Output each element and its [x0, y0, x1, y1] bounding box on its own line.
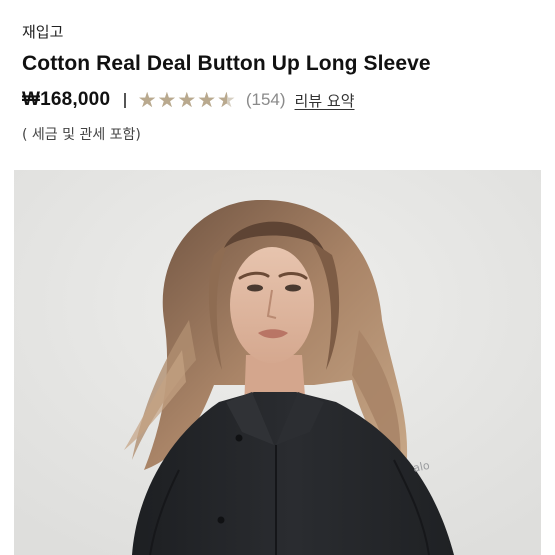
- rating-stars[interactable]: ★★★★★ ★★★★★: [137, 89, 237, 111]
- eye-left: [247, 284, 263, 292]
- product-title: Cotton Real Deal Button Up Long Sleeve: [22, 52, 431, 75]
- shirt-button: [217, 516, 225, 524]
- tax-note: ( 세금 및 관세 포함): [22, 127, 141, 143]
- eye-right: [285, 284, 301, 292]
- shirt-button: [235, 434, 243, 442]
- review-count[interactable]: (154): [246, 90, 286, 110]
- restock-badge: 재입고: [22, 23, 64, 41]
- divider: [124, 92, 126, 108]
- product-hero-image[interactable]: alo: [14, 170, 541, 555]
- review-summary-link[interactable]: 리뷰 요약: [295, 90, 355, 111]
- star-icons-filled: ★★★★★: [137, 89, 227, 111]
- face: [230, 247, 314, 363]
- price-rating-row: ₩168,000 ★★★★★ ★★★★★ (154) 리뷰 요약: [22, 88, 355, 112]
- product-price: ₩168,000: [22, 89, 111, 110]
- model-photo: alo: [14, 170, 541, 555]
